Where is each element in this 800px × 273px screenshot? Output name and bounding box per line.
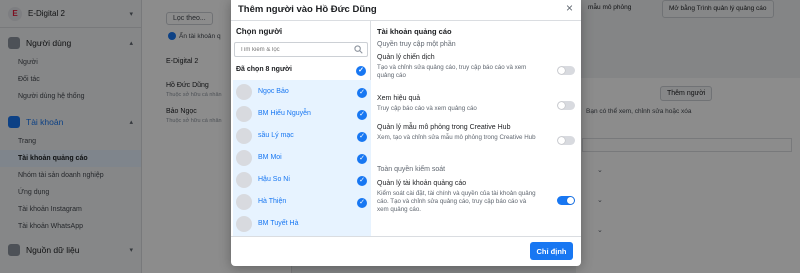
creative-hub-toggle[interactable] — [557, 136, 575, 145]
avatar — [236, 128, 252, 144]
person-name: Hậu So Ni — [258, 176, 290, 183]
avatar — [236, 172, 252, 188]
person-name: BM Hiếu Nguyễn — [258, 110, 311, 117]
person-name: Ngọc Bảo — [258, 88, 289, 95]
close-icon[interactable]: × — [566, 1, 573, 15]
selected-count: Đã chọn 8 người — [236, 66, 292, 73]
list-item[interactable]: Ngọc Bảo ✓ — [233, 82, 371, 104]
manage-campaigns-toggle[interactable] — [557, 66, 575, 75]
list-item[interactable]: BM Hiếu Nguyễn ✓ — [233, 104, 371, 126]
avatar — [236, 150, 252, 166]
permission-desc: Tạo và chỉnh sửa quảng cáo, truy cập báo… — [377, 64, 527, 79]
toggle-knob — [558, 102, 565, 109]
list-item[interactable]: BM Moi ✓ — [233, 148, 371, 170]
avatar — [236, 84, 252, 100]
partial-access-heading: Quyền truy cập một phần — [377, 41, 456, 48]
avatar — [236, 216, 252, 232]
toggle-knob — [558, 137, 565, 144]
toggle-knob — [558, 67, 565, 74]
checkmark-icon[interactable]: ✓ — [356, 66, 366, 76]
permission-desc: Xem, tạo và chỉnh sửa mẫu mô phỏng trong… — [377, 134, 536, 141]
checkmark-icon[interactable]: ✓ — [357, 154, 367, 164]
person-name: Hà Thiện — [258, 198, 287, 205]
dialog-title: Thêm người vào Hồ Đức Dũng — [238, 4, 377, 15]
search-icon — [354, 45, 363, 54]
people-picker-title: Chọn người — [236, 27, 283, 36]
permission-desc: Kiểm soát cài đặt, tài chính và quyền củ… — [377, 190, 536, 213]
checkmark-icon[interactable]: ✓ — [357, 110, 367, 120]
person-name: BM Tuyết Hà — [258, 220, 299, 227]
view-performance-toggle[interactable] — [557, 101, 575, 110]
avatar — [236, 106, 252, 122]
permission-label: Quản lý mẫu mô phỏng trong Creative Hub — [377, 124, 511, 131]
list-item[interactable]: Hậu So Ni ✓ — [233, 170, 371, 192]
permission-label: Quản lý tài khoản quảng cáo — [377, 180, 467, 187]
list-item[interactable]: BM Tuyết Hà — [233, 214, 371, 236]
permission-desc: Truy cập báo cáo và xem quảng cáo — [377, 105, 477, 112]
people-list: Ngọc Bảo ✓ BM Hiếu Nguyễn ✓ sầu Lý mạc ✓… — [233, 80, 371, 236]
toggle-knob — [567, 197, 574, 204]
checkmark-icon[interactable]: ✓ — [357, 198, 367, 208]
person-name: sầu Lý mạc — [258, 132, 294, 139]
permissions-title: Tài khoản quảng cáo — [377, 27, 452, 36]
people-search — [234, 42, 368, 57]
assign-button[interactable]: Chỉ định — [530, 242, 573, 260]
permission-label: Xem hiệu quả — [377, 95, 421, 102]
people-search-input[interactable] — [235, 43, 347, 56]
full-control-heading: Toàn quyền kiểm soát — [377, 166, 446, 173]
list-item[interactable]: sầu Lý mạc ✓ — [233, 126, 371, 148]
checkmark-icon[interactable]: ✓ — [357, 176, 367, 186]
people-picker: Chọn người Đã chọn 8 người ✓ Ngọc Bảo ✓ … — [231, 20, 371, 236]
dialog-footer: Chỉ định — [231, 236, 581, 266]
permissions-panel: Tài khoản quảng cáo Quyền truy cập một p… — [372, 20, 581, 236]
avatar — [236, 194, 252, 210]
checkmark-icon[interactable]: ✓ — [357, 88, 367, 98]
list-item[interactable]: Hà Thiện ✓ — [233, 192, 371, 214]
checkmark-icon[interactable]: ✓ — [357, 132, 367, 142]
person-name: BM Moi — [258, 154, 282, 161]
add-people-dialog: Thêm người vào Hồ Đức Dũng × Chọn người … — [231, 0, 581, 266]
permission-label: Quản lý chiến dịch — [377, 54, 435, 61]
select-all-row[interactable]: Đã chọn 8 người ✓ — [236, 66, 366, 78]
manage-ad-account-toggle[interactable] — [557, 196, 575, 205]
